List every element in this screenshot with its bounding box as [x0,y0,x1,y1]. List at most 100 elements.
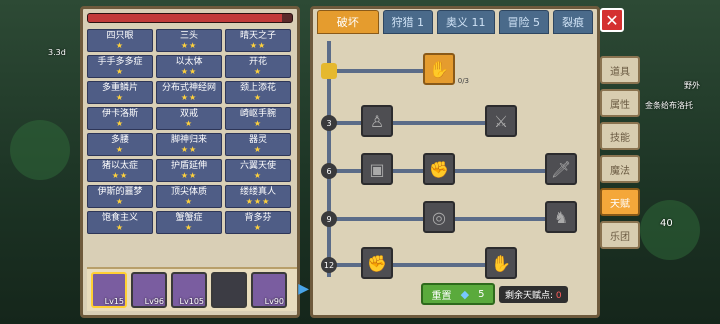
talent-item[interactable]: 饱食主义 ★ [87,211,153,234]
reset-button[interactable]: 重置 ◆ 5 [421,283,495,305]
talent-node[interactable]: ♞ [545,201,577,233]
hero-selector: Lv15 Lv96 Lv105 Lv90 ▶ [87,267,309,311]
talent-node-top[interactable]: ✋ 0/3 [423,53,469,85]
hero-card[interactable] [211,272,247,308]
hero-card[interactable]: Lv90 [251,272,287,308]
tab-3[interactable]: 冒险 5 [498,10,549,34]
talent-item[interactable]: 缕缕真人 ★★★ [225,185,291,208]
star-icon: ★★ [180,41,198,50]
talent-node[interactable]: ♙ [361,105,393,137]
hud-map-name: 野外 [684,81,700,90]
talent-node[interactable]: ✊ [423,153,455,185]
talent-name: 以太体 [175,57,203,67]
talent-item[interactable]: 手手多多症 ★ [87,55,153,78]
star-icon: ★★ [249,41,267,50]
hp-bar-fill [88,14,282,22]
star-icon: ★ [184,223,194,232]
side-tab-0[interactable]: 道具 [600,56,640,84]
talent-name: 四只眼 [106,31,134,41]
talent-item[interactable]: 崎岖手腕 ★ [225,107,291,130]
level-marker: 3 [321,115,337,131]
category-tabs: 破坏 狩猎 1 奥义 11 冒险 5 裂痕 [313,9,597,38]
tree-branch [327,69,423,73]
star-icon: ★★ [180,67,198,76]
tab-2[interactable]: 奥义 11 [437,10,495,34]
talent-node[interactable]: ⚔ [485,105,517,137]
star-icon: ★ [253,145,263,154]
talent-item[interactable]: 多腰 ★ [87,133,153,156]
talent-name: 多重鳞片 [101,83,138,93]
talent-item[interactable]: 以太体 ★★ [156,55,222,78]
talent-item[interactable]: 背多芬 ★ [225,211,291,234]
reset-label: 重置 [431,290,452,302]
talent-item[interactable]: 多重鳞片 ★ [87,81,153,104]
talent-name: 护盾延伸 [170,161,207,171]
star-icon: ★ [115,197,125,206]
talent-item[interactable]: 蟹蟹症 ★ [156,211,222,234]
hero-card[interactable]: Lv96 [131,272,167,308]
talent-item[interactable]: 开花 ★ [225,55,291,78]
talent-name: 饱食主义 [101,213,138,223]
star-icon: ★ [115,145,125,154]
star-icon: ★★ [180,171,198,180]
talent-item[interactable]: 顶尖体质 ★ [156,185,222,208]
star-icon: ★ [184,197,194,206]
talent-item[interactable]: 护盾延伸 ★★ [156,159,222,182]
talent-item[interactable]: 六翼天使 ★ [225,159,291,182]
talent-item[interactable]: 四只眼 ★ [87,29,153,52]
talent-item[interactable]: 伊斯的噩梦 ★ [87,185,153,208]
talent-name: 分布式神经网 [161,83,216,93]
talent-name: 脚神归来 [170,135,207,145]
talent-item[interactable]: 脚神归来 ★★ [156,133,222,156]
talent-name: 晴天之子 [239,31,276,41]
bg-tree [640,200,700,260]
side-tab-2[interactable]: 技能 [600,122,640,150]
talent-item[interactable]: 猪以太症 ★★ [87,159,153,182]
talent-item[interactable]: 器灵 ★ [225,133,291,156]
star-icon: ★ [253,93,263,102]
talent-name: 器灵 [248,135,267,145]
talent-name: 颈上添花 [239,83,276,93]
star-icon: ★ [115,93,125,102]
side-tab-3[interactable]: 魔法 [600,155,640,183]
talent-node[interactable]: ◎ [423,201,455,233]
bg-tree [10,120,70,180]
close-button[interactable]: ✕ [600,8,624,32]
star-icon: ★ [115,119,125,128]
star-icon: ★ [253,119,263,128]
talent-node[interactable]: 🗡 [545,153,577,185]
hero-card[interactable]: Lv105 [171,272,207,308]
gem-icon: ◆ [460,287,470,301]
talent-item[interactable]: 双戒 ★ [156,107,222,130]
talent-node[interactable]: ▣ [361,153,393,185]
star-icon: ★ [115,67,125,76]
hero-card[interactable]: Lv15 [91,272,127,308]
talent-name: 三头 [179,31,198,41]
star-icon: ★ [184,119,194,128]
talent-item[interactable]: 三头 ★★ [156,29,222,52]
side-tab-5[interactable]: 乐团 [600,221,640,249]
tab-4[interactable]: 裂痕 [553,10,593,34]
star-icon: ★★★ [245,197,271,206]
next-arrow-icon[interactable]: ▶ [298,281,309,297]
talent-grid: 四只眼 ★ 三头 ★★ 晴天之子 ★★ 手手多多症 ★ 以太体 ★★ 开花 ★ 多重鳞片 ★ 分布式神经网 ★… [87,29,293,234]
tree-branch [331,263,511,267]
talent-tree-panel: 破坏 狩猎 1 奥义 11 冒险 5 裂痕 ✋ 0/3 3 ♙ ⚔ 6 ▣ ✊ 🗡 9 … [310,6,600,318]
side-tab-1[interactable]: 属性 [600,89,640,117]
talent-node[interactable]: ✊ [361,247,393,279]
talent-node[interactable]: ✋ [485,247,517,279]
hud-side-number: 40 [660,218,673,229]
tab-1[interactable]: 狩猎 1 [382,10,433,34]
remaining-points: 剩余天赋点: 0 [499,286,568,303]
talent-name: 蟹蟹症 [175,213,203,223]
talent-name: 六翼天使 [239,161,276,171]
star-icon: ★ [253,223,263,232]
side-tab-4[interactable]: 天赋 [600,188,640,216]
talent-name: 缕缕真人 [239,187,276,197]
talent-item[interactable]: 颈上添花 ★ [225,81,291,104]
talent-name: 伊卡洛斯 [101,109,138,119]
talent-item[interactable]: 晴天之子 ★★ [225,29,291,52]
talent-item[interactable]: 分布式神经网 ★★ [156,81,222,104]
talent-item[interactable]: 伊卡洛斯 ★ [87,107,153,130]
tab-0[interactable]: 破坏 [317,10,379,34]
